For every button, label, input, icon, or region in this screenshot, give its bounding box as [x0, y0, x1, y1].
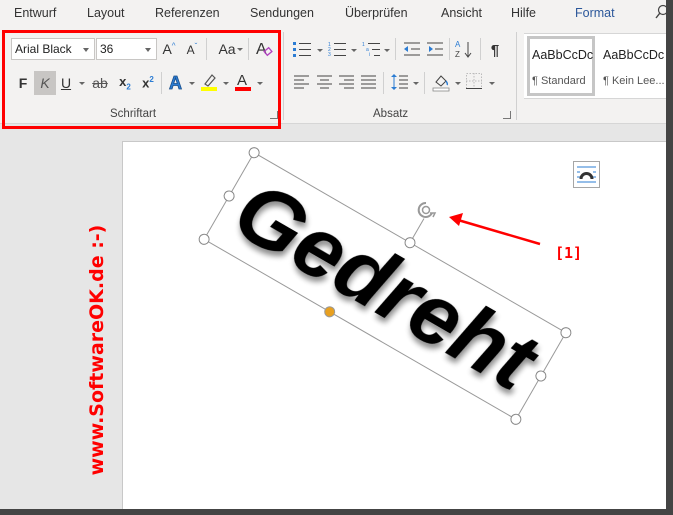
rotation-handle-icon[interactable] [417, 201, 437, 218]
wordart-text[interactable]: Gedreht [219, 162, 554, 410]
window-border [0, 509, 673, 515]
window-border [666, 0, 673, 515]
resize-handle[interactable] [247, 146, 261, 160]
resize-handle[interactable] [534, 369, 548, 383]
resize-handle[interactable] [509, 412, 523, 426]
resize-handle[interactable] [222, 189, 236, 203]
arrow-annotation [449, 213, 541, 246]
resize-handle[interactable] [559, 326, 573, 340]
wordart-shape[interactable]: Gedreht [197, 126, 584, 426]
resize-handle[interactable] [197, 232, 211, 246]
word-window: Entwurf Layout Referenzen Sendungen Über… [0, 0, 673, 515]
annotation-label: [1] [555, 244, 583, 262]
